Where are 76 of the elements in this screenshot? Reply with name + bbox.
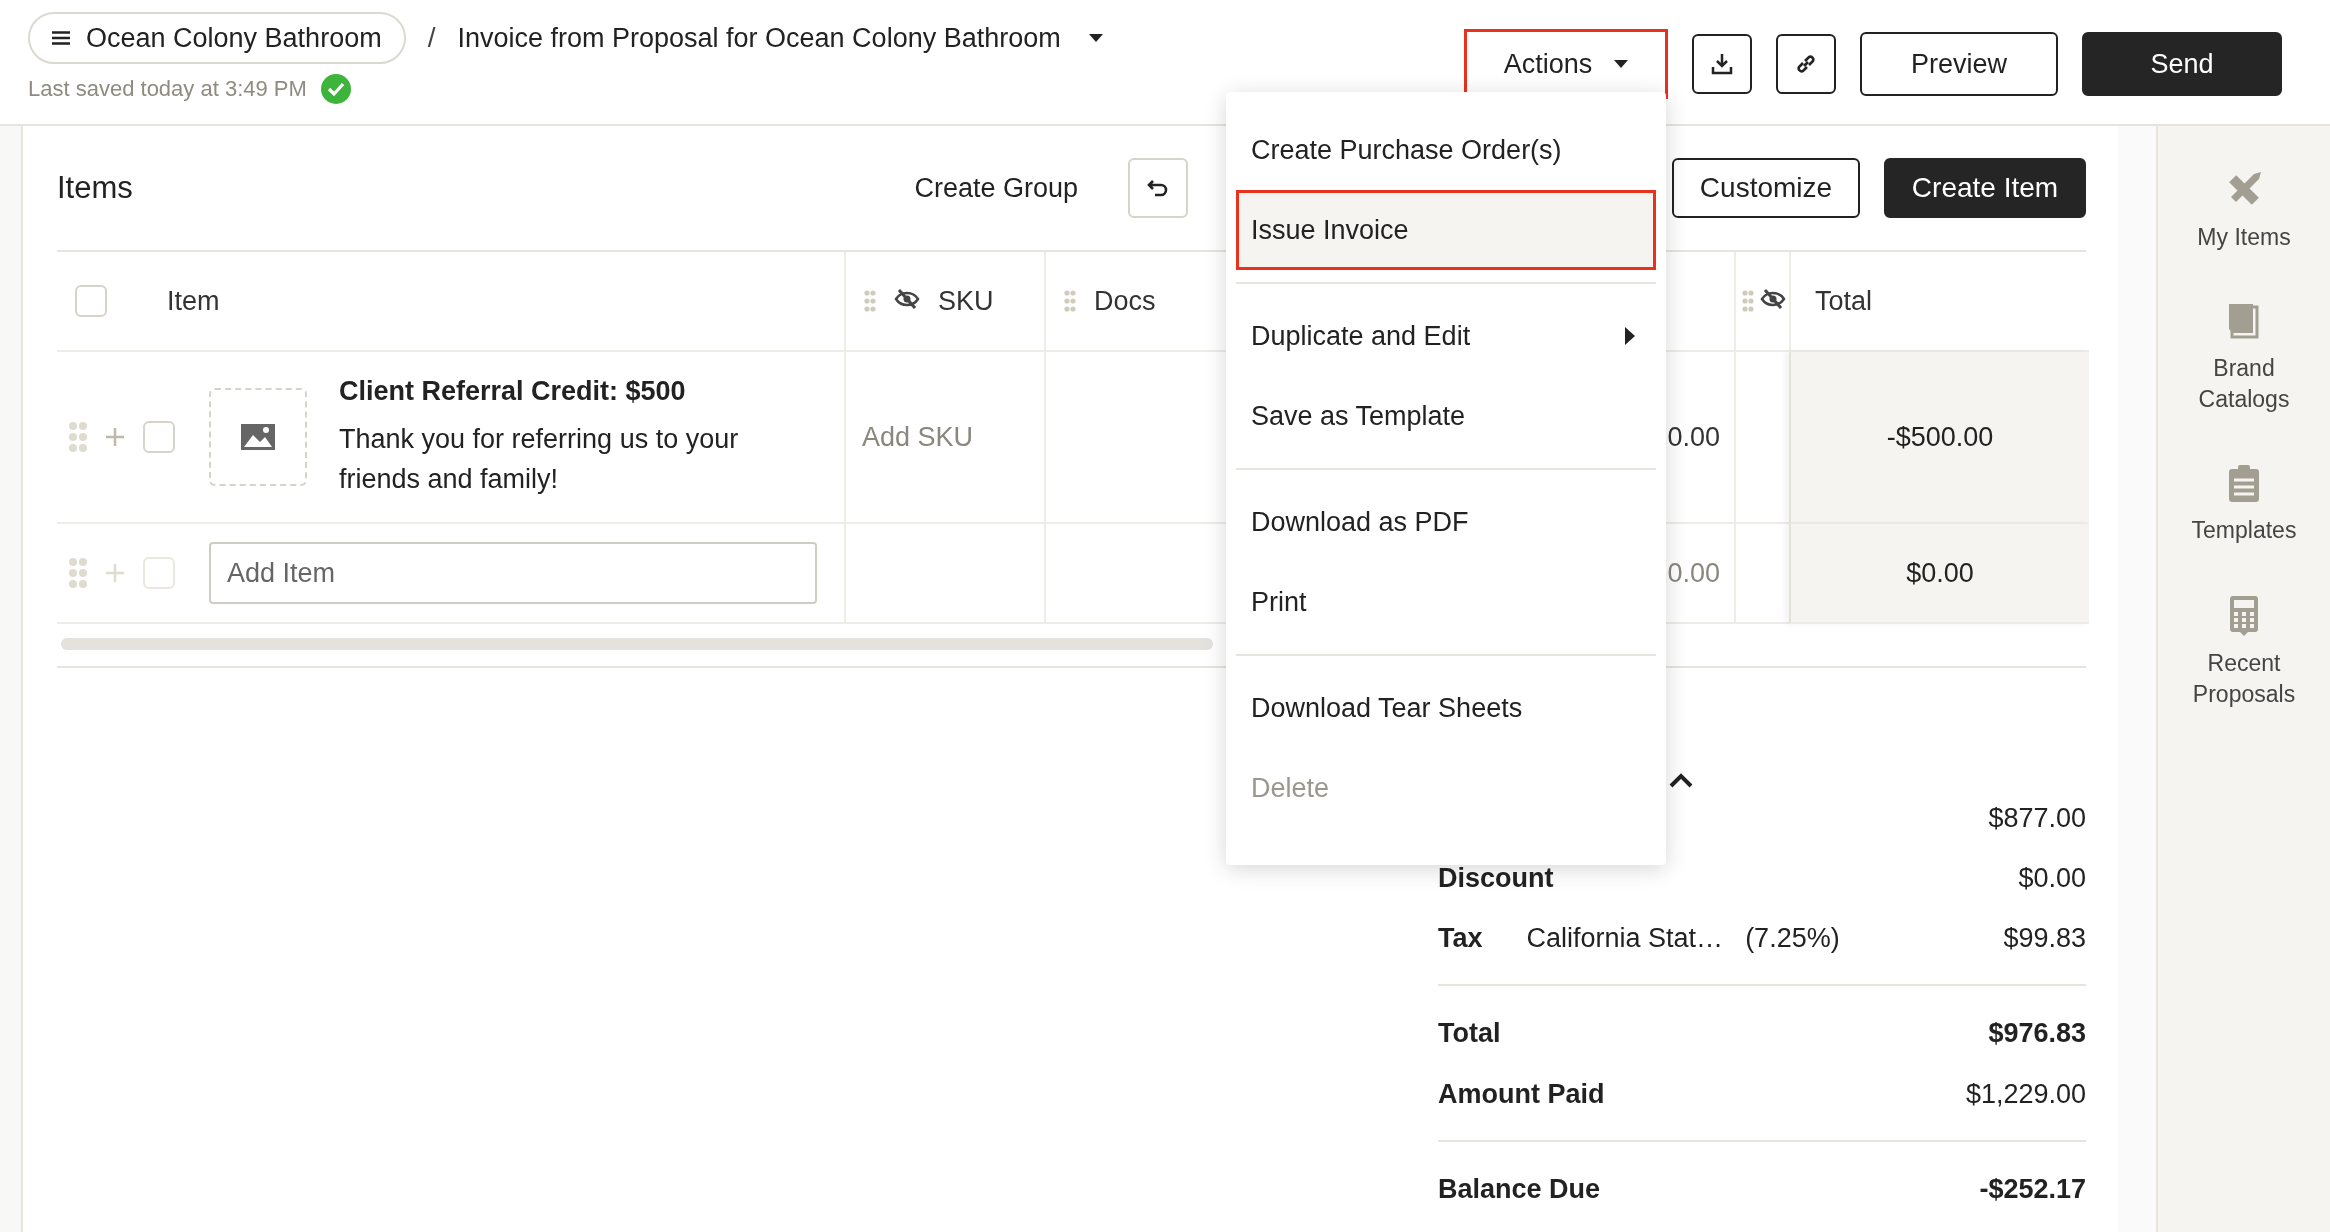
tax-name[interactable]: California Stat… xyxy=(1526,922,1724,954)
menu-item[interactable]: Create Purchase Order(s) xyxy=(1236,110,1656,190)
sidebar-item[interactable]: Brand Catalogs xyxy=(2184,303,2304,415)
checkbox[interactable] xyxy=(75,285,107,317)
chevron-icon xyxy=(1668,772,1694,788)
link-icon xyxy=(1795,53,1817,75)
menu-item[interactable]: Duplicate and Edit xyxy=(1236,296,1656,376)
summary-label: Tax xyxy=(1438,922,1483,954)
column-header[interactable]: Total xyxy=(1815,285,1873,317)
download-button[interactable] xyxy=(1692,34,1752,94)
document-title: Invoice from Proposal for Ocean Colony Bathroom xyxy=(457,22,1061,54)
summary-value: $1,229.00 xyxy=(1965,1078,2086,1110)
customize-button[interactable]: Customize xyxy=(1672,158,1860,218)
sidebar-item[interactable]: Templates xyxy=(2184,465,2304,546)
sidebar-item[interactable]: Recent Proposals xyxy=(2184,596,2304,710)
plus-icon[interactable] xyxy=(105,427,125,447)
menu-item[interactable]: Save as Template xyxy=(1236,376,1656,456)
summary-label: Amount Paid xyxy=(1438,1078,1605,1110)
undo-icon xyxy=(1147,178,1169,198)
menu-item[interactable]: Download as PDF xyxy=(1236,482,1656,562)
tax-rate: (7.25%) xyxy=(1745,922,1840,954)
image-icon xyxy=(240,423,276,451)
drag-handle-icon[interactable] xyxy=(69,557,87,589)
create-group-button[interactable]: Create Group xyxy=(910,164,1082,212)
download-icon xyxy=(1711,53,1733,75)
book-icon xyxy=(2227,303,2261,341)
summary-value: $976.83 xyxy=(1988,1017,2086,1049)
item-title: Client Referral Credit: $500 xyxy=(339,375,687,407)
eye-slash-icon[interactable] xyxy=(1760,287,1786,310)
checkbox[interactable] xyxy=(143,421,175,453)
scrollbar[interactable] xyxy=(61,638,1213,650)
drag-handle-icon[interactable] xyxy=(1742,290,1754,312)
image-placeholder[interactable] xyxy=(209,388,307,486)
caret-icon xyxy=(1614,59,1629,69)
send-button[interactable]: Send xyxy=(2082,32,2282,96)
project-breadcrumb[interactable]: Ocean Colony Bathroom xyxy=(28,12,406,64)
section-title: Items xyxy=(57,170,133,206)
column-header[interactable]: Docs xyxy=(1094,285,1156,317)
menu-item[interactable]: Print xyxy=(1236,562,1656,642)
summary-label: Discount xyxy=(1438,862,1554,894)
table-cell: 0.00 xyxy=(1667,421,1720,453)
checkbox[interactable] xyxy=(143,557,175,589)
summary-label: Total xyxy=(1438,1017,1501,1049)
sidebar-item[interactable]: My Items xyxy=(2184,170,2304,253)
drag-handle-icon[interactable] xyxy=(1064,290,1076,312)
table-cell: 0.00 xyxy=(1667,557,1720,589)
summary-value: $99.83 xyxy=(2003,922,2086,954)
preview-button[interactable]: Preview xyxy=(1860,32,2058,96)
total-cell: $0.00 xyxy=(1906,557,1974,589)
summary-value: $0.00 xyxy=(2018,862,2086,894)
collapse-button[interactable] xyxy=(1668,772,1694,788)
summary-value: -$252.17 xyxy=(1979,1173,2086,1205)
summary-value: $877.00 xyxy=(1988,802,2086,834)
plus-icon[interactable] xyxy=(105,563,125,583)
summary-label: Balance Due xyxy=(1438,1173,1601,1205)
undo-button[interactable] xyxy=(1128,158,1188,218)
drag-handle-icon[interactable] xyxy=(864,290,876,312)
caret-icon xyxy=(1088,33,1103,43)
breadcrumb-separator: / xyxy=(427,22,436,54)
item-description: Thank you for referring us to your friends and family! xyxy=(339,422,740,496)
calculator-icon xyxy=(2230,596,2258,636)
actions-button[interactable]: Actions xyxy=(1464,29,1668,99)
total-cell: -$500.00 xyxy=(1886,421,1994,453)
save-status: Last saved today at 3:49 PM xyxy=(28,76,307,102)
drag-handle-icon[interactable] xyxy=(69,421,87,453)
eye-slash-icon[interactable] xyxy=(894,287,920,310)
column-header[interactable]: Item xyxy=(167,285,220,317)
create-item-button[interactable]: Create Item xyxy=(1884,158,2086,218)
link-button[interactable] xyxy=(1776,34,1836,94)
column-header[interactable]: SKU xyxy=(938,285,994,317)
add-item-field[interactable]: Add Item xyxy=(209,542,817,604)
menu-item[interactable]: Issue Invoice xyxy=(1236,190,1656,270)
menu-item[interactable]: Download Tear Sheets xyxy=(1236,668,1656,748)
sku-field[interactable]: Add SKU xyxy=(846,421,974,453)
clipboard-icon xyxy=(2228,465,2260,503)
menu-icon xyxy=(52,31,70,45)
